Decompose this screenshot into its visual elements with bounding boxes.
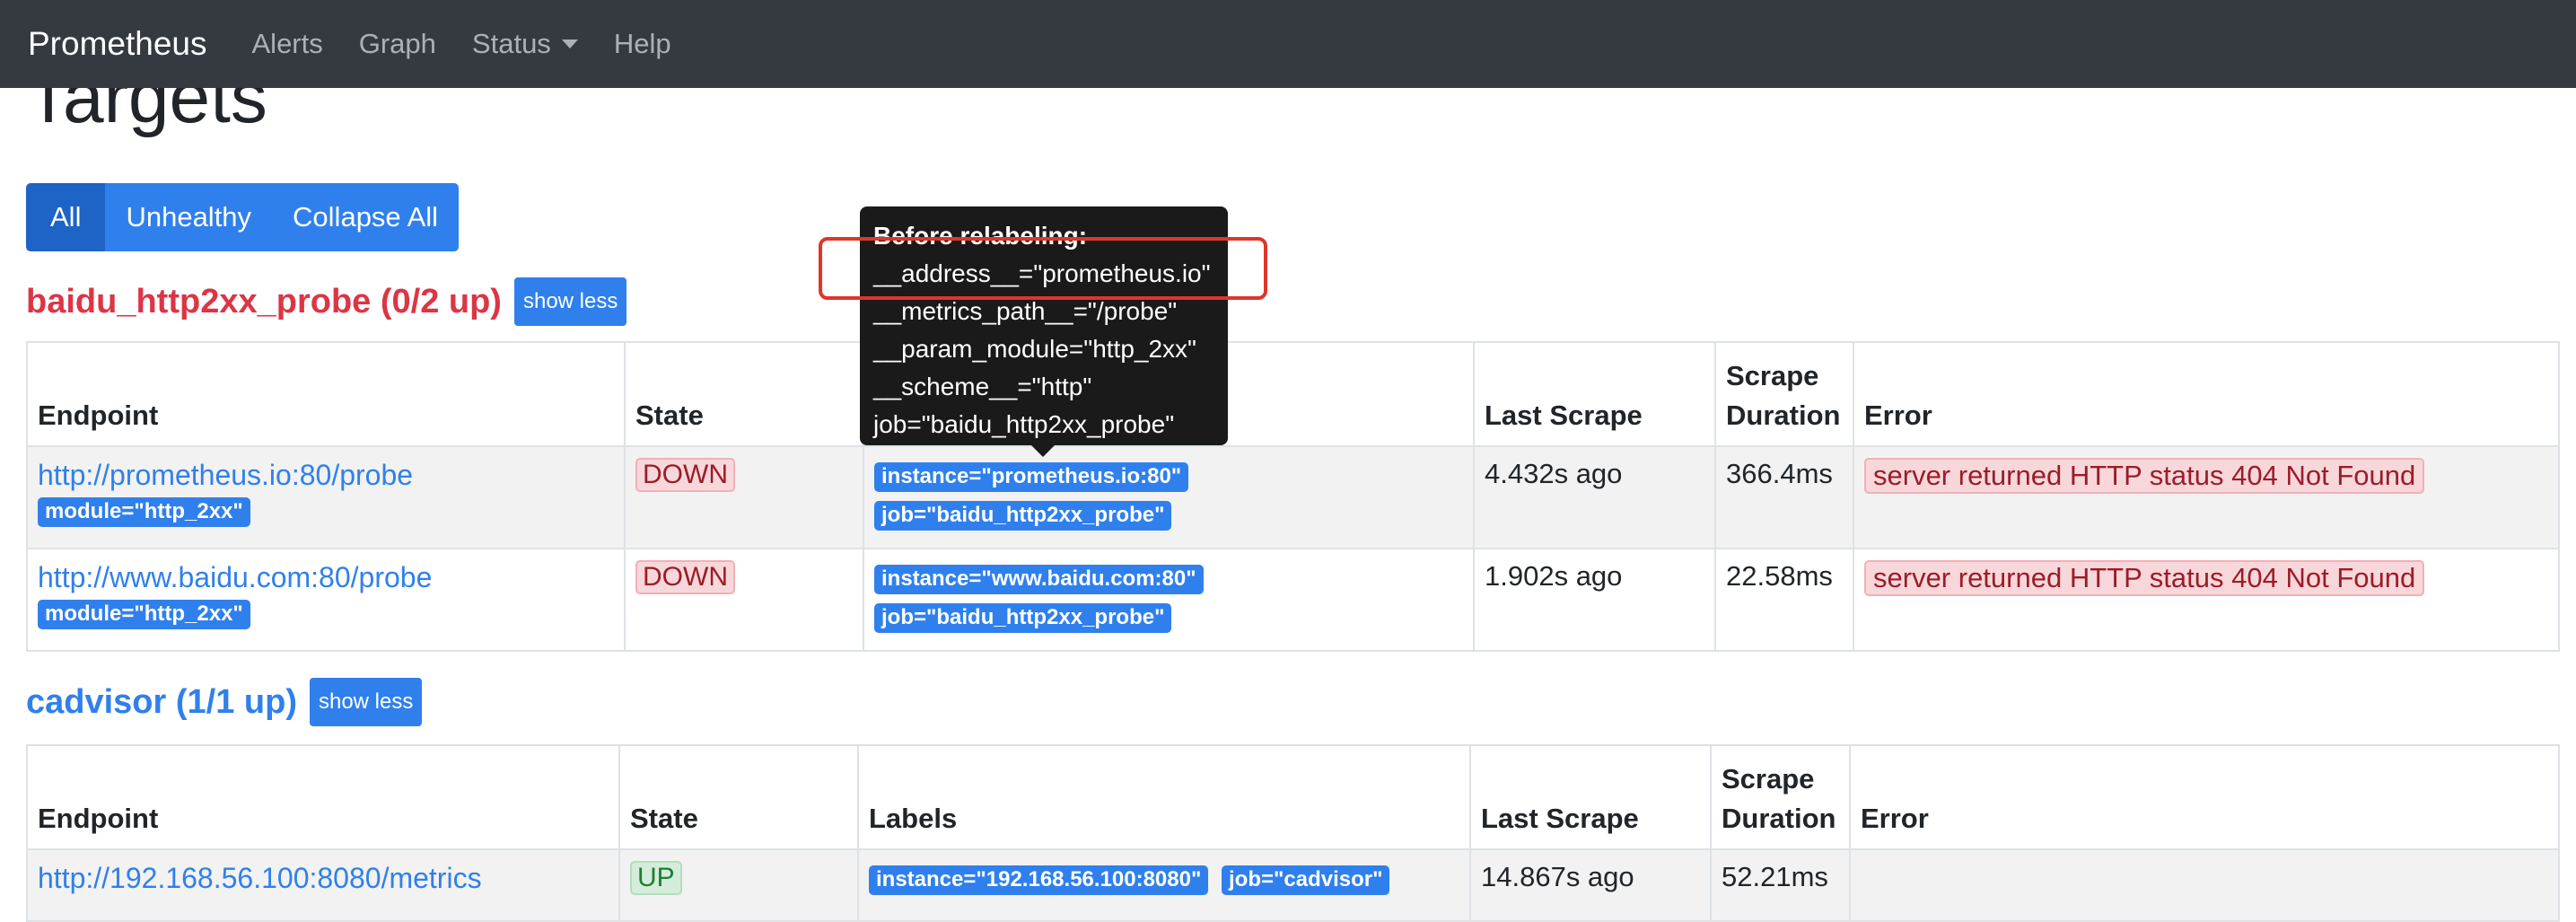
last-scrape-cell: 4.432s ago [1473, 445, 1716, 549]
chevron-down-icon [561, 40, 578, 48]
table-row: http://www.baidu.com:80/probe module="ht… [26, 548, 2560, 652]
label-badge-job[interactable]: job="baidu_http2xx_probe" [874, 602, 1172, 633]
column-header-error: Error [1853, 341, 2560, 447]
labels-cell[interactable]: instance="www.baidu.com:80" job="baidu_h… [863, 548, 1475, 652]
labels-cell[interactable]: instance="prometheus.io:80" job="baidu_h… [863, 445, 1475, 549]
nav-graph[interactable]: Graph [359, 28, 436, 60]
scrape-duration-cell: 22.58ms [1714, 548, 1854, 652]
label-badge-job[interactable]: job="cadvisor" [1221, 865, 1390, 895]
column-header-scrape-duration: Scrape Duration [1714, 341, 1854, 447]
show-less-button[interactable]: show less [513, 277, 627, 326]
table-row: http://192.168.56.100:8080/metrics UP in… [26, 848, 2560, 922]
filter-unhealthy-button[interactable]: Unhealthy [105, 183, 273, 251]
pool-title[interactable]: cadvisor (1/1 up) [26, 683, 297, 722]
targets-table-baidu: Endpoint State Labels Last Scrape Scrape… [26, 341, 2560, 652]
pool-title[interactable]: baidu_http2xx_probe (0/2 up) [26, 283, 502, 321]
endpoint-cell: http://192.168.56.100:8080/metrics [26, 848, 620, 922]
endpoint-cell: http://prometheus.io:80/probe module="ht… [26, 445, 626, 549]
nav-help[interactable]: Help [614, 28, 671, 60]
tooltip-line: __param_module="http_2xx" [873, 335, 1196, 363]
label-badge-instance[interactable]: instance="prometheus.io:80" [874, 462, 1189, 492]
top-navbar: Prometheus Alerts Graph Status Help [0, 0, 2576, 88]
nav-status-dropdown[interactable]: Status [472, 28, 578, 60]
column-header-last-scrape: Last Scrape [1473, 341, 1716, 447]
pool-header-cadvisor: cadvisor (1/1 up) show less [26, 677, 423, 727]
tooltip-line: job="baidu_http2xx_probe" [873, 410, 1175, 438]
targets-table-cadvisor: Endpoint State Labels Last Scrape Scrape… [26, 744, 2560, 922]
state-badge: DOWN [635, 560, 735, 594]
state-cell: UP [618, 848, 859, 922]
label-badge-job[interactable]: job="baidu_http2xx_probe" [874, 500, 1172, 531]
tooltip-arrow-icon [1030, 444, 1056, 457]
column-header-endpoint: Endpoint [26, 341, 626, 447]
scrape-duration-cell: 366.4ms [1714, 445, 1854, 549]
state-cell: DOWN [624, 548, 864, 652]
pool-header-baidu: baidu_http2xx_probe (0/2 up) show less [26, 277, 627, 327]
nav-status-label: Status [471, 28, 551, 59]
column-header-labels: Labels [857, 744, 1471, 850]
state-cell: DOWN [624, 445, 864, 549]
scrape-duration-line1: Scrape [1722, 763, 1815, 795]
endpoint-link[interactable]: http://192.168.56.100:8080/metrics [38, 861, 609, 895]
endpoint-param-badge: module="http_2xx" [38, 600, 250, 630]
state-badge: DOWN [635, 458, 735, 492]
collapse-all-button[interactable]: Collapse All [272, 183, 460, 251]
filter-all-button[interactable]: All [26, 183, 106, 251]
labels-cell[interactable]: instance="192.168.56.100:8080" job="cadv… [857, 848, 1471, 922]
column-header-error: Error [1849, 744, 2560, 850]
endpoint-link[interactable]: http://prometheus.io:80/probe [38, 458, 614, 492]
error-message: server returned HTTP status 404 Not Foun… [1864, 560, 2425, 596]
column-header-last-scrape: Last Scrape [1469, 744, 1712, 850]
column-header-endpoint: Endpoint [26, 744, 620, 850]
nav-alerts[interactable]: Alerts [252, 28, 323, 60]
endpoint-param-badge: module="http_2xx" [38, 497, 250, 528]
brand-link[interactable]: Prometheus [28, 25, 207, 63]
column-header-scrape-duration: Scrape Duration [1710, 744, 1851, 850]
error-cell: server returned HTTP status 404 Not Foun… [1853, 548, 2560, 652]
annotation-highlight-box [819, 237, 1267, 300]
scrape-duration-cell: 52.21ms [1710, 848, 1851, 922]
column-header-state: State [624, 341, 864, 447]
endpoint-cell: http://www.baidu.com:80/probe module="ht… [26, 548, 626, 652]
label-badge-instance[interactable]: instance="192.168.56.100:8080" [869, 865, 1209, 895]
scrape-duration-line2: Duration [1726, 399, 1841, 431]
column-header-state: State [618, 744, 859, 850]
last-scrape-cell: 1.902s ago [1473, 548, 1716, 652]
filter-button-group: All Unhealthy Collapse All [26, 183, 460, 251]
last-scrape-cell: 14.867s ago [1469, 848, 1712, 922]
label-badge-instance[interactable]: instance="www.baidu.com:80" [874, 565, 1204, 594]
error-message: server returned HTTP status 404 Not Foun… [1864, 458, 2425, 494]
scrape-duration-line2: Duration [1722, 802, 1836, 834]
table-row: http://prometheus.io:80/probe module="ht… [26, 445, 2560, 549]
error-cell: server returned HTTP status 404 Not Foun… [1853, 445, 2560, 549]
state-badge: UP [630, 861, 682, 895]
show-less-button[interactable]: show less [309, 678, 423, 726]
endpoint-link[interactable]: http://www.baidu.com:80/probe [38, 560, 614, 594]
scrape-duration-line1: Scrape [1726, 360, 1819, 392]
tooltip-line: __scheme__="http" [873, 373, 1092, 400]
error-cell [1849, 848, 2560, 922]
